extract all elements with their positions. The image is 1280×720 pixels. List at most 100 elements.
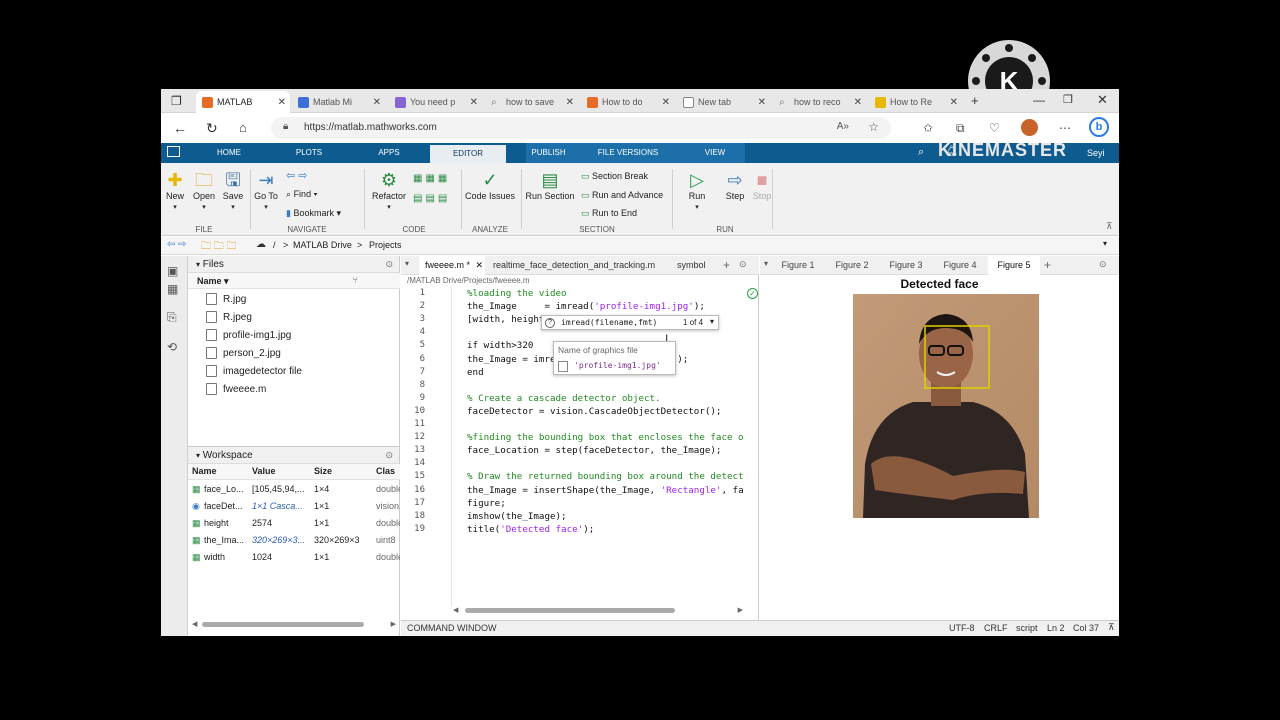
code-line[interactable]: %loading the video — [467, 288, 567, 299]
code-line[interactable]: % Draw the returned bounding box around … — [467, 471, 744, 482]
code-line[interactable]: if width>320 — [467, 340, 533, 351]
code-line[interactable]: %finding the bounding box that encloses … — [467, 432, 744, 443]
tab-home[interactable]: HOME — [209, 143, 249, 163]
browser-tab[interactable]: How to do ✕ — [581, 91, 674, 113]
figure-tab-active[interactable]: Figure 5 — [988, 256, 1040, 275]
run-and-advance-button[interactable]: ▭ Run and Advance — [581, 190, 663, 201]
table-row[interactable]: ▦ width 1024 1×1 double — [188, 550, 400, 566]
panel-options-icon[interactable]: ⊙ — [739, 259, 747, 270]
figure-tab[interactable]: Figure 2 — [826, 256, 878, 275]
profile-avatar[interactable] — [1021, 119, 1038, 136]
editor-horizontal-scrollbar[interactable]: ◀ ▶ — [453, 606, 743, 615]
run-section-button[interactable]: ▤ Run Section — [523, 169, 577, 201]
browser-tab[interactable]: ⌕ how to save ✕ — [485, 91, 578, 113]
folder-icon[interactable]: 🗀︎ 🗀︎ 🗀︎ — [201, 239, 237, 256]
browser-tab[interactable]: You need p ✕ — [389, 91, 482, 113]
code-line[interactable]: the_Image = insertShape(the_Image, 'Rect… — [467, 485, 744, 496]
code-line[interactable]: the_Image = imread('profile-img1.jpg'); — [467, 301, 705, 312]
scrollbar-thumb[interactable] — [202, 622, 364, 627]
close-tab-icon[interactable]: ✕ — [854, 97, 862, 108]
history-icon[interactable]: ⟲ — [167, 340, 177, 354]
code-issues-button[interactable]: ✓ Code Issues — [464, 169, 516, 201]
scrollbar-thumb[interactable] — [465, 608, 675, 613]
code-line[interactable]: imshow(the_Image); — [467, 511, 567, 522]
add-figure-button[interactable]: + — [1044, 258, 1051, 272]
refactor-button[interactable]: ⚙ Refactor ▾ — [369, 169, 409, 211]
tab-plots[interactable]: PLOTS — [289, 143, 329, 163]
minimize-icon[interactable]: — — [1033, 93, 1045, 107]
col-value[interactable]: Value — [252, 466, 276, 476]
breadcrumb-projects[interactable]: Projects — [369, 240, 402, 250]
read-aloud-icon[interactable]: A» — [837, 121, 849, 132]
close-window-icon[interactable]: ✕ — [1097, 92, 1108, 108]
url-input[interactable]: 🔒︎ https://matlab.mathworks.com A» ☆ — [271, 117, 891, 139]
new-button[interactable]: ✚ New ▾ — [163, 169, 187, 211]
add-tab-button[interactable]: + — [723, 258, 730, 272]
collapse-icon[interactable]: ▾ — [196, 260, 200, 269]
run-to-end-button[interactable]: ▭ Run to End — [581, 208, 637, 219]
editor-tab[interactable]: symbol — [671, 256, 707, 275]
breadcrumb-matlab-drive[interactable]: MATLAB Drive — [293, 240, 352, 250]
workspace-icon[interactable]: ▦ — [167, 282, 178, 296]
col-size[interactable]: Size — [314, 466, 332, 476]
favorite-star-icon[interactable]: ☆ — [868, 120, 879, 134]
more-options-icon[interactable]: ⋯ — [1059, 121, 1071, 135]
code-line[interactable]: faceDetector = vision.CascadeObjectDetec… — [467, 406, 721, 417]
horizontal-scrollbar[interactable]: ◀ ▶ — [192, 620, 396, 628]
no-issues-check-icon[interactable]: ✓ — [747, 288, 758, 299]
panel-options-icon[interactable]: ⊙ — [385, 259, 393, 270]
code-line[interactable]: % Create a cascade detector object. — [467, 393, 661, 404]
browser-tab[interactable]: ⌕ how to reco ✕ — [773, 91, 866, 113]
browser-tab[interactable]: New tab ✕ — [677, 91, 770, 113]
code-line[interactable]: face_Location = step(faceDetector, the_I… — [467, 445, 721, 456]
close-tab-icon[interactable]: ✕ — [758, 97, 766, 108]
files-column-header[interactable]: Name ▾ ⑂ — [188, 273, 400, 289]
favorites-icon[interactable]: ✩ — [923, 121, 933, 135]
matlab-app-icon[interactable] — [167, 146, 180, 157]
nav-back-forward-icon[interactable]: ⇦ ⇨ — [167, 239, 187, 250]
panel-options-icon[interactable]: ⊙ — [385, 450, 393, 461]
tab-publish[interactable]: PUBLISH — [526, 143, 571, 163]
git-icon[interactable]: ⑂ — [353, 275, 358, 285]
file-item[interactable]: profile-img1.jpg — [206, 329, 291, 341]
table-row[interactable]: ▦ the_Ima... 320×269×3... 320×269×3 uint… — [188, 533, 400, 549]
new-tab-button[interactable]: + — [971, 93, 979, 108]
back-icon[interactable]: ← — [173, 120, 187, 136]
browser-tab[interactable]: Matlab Mi ✕ — [292, 91, 385, 113]
close-tab-icon[interactable]: ✕ — [950, 97, 958, 108]
col-class[interactable]: Clas — [376, 466, 400, 476]
editor-tab-active[interactable]: fweeee.m * ✕ — [419, 256, 485, 275]
close-tab-icon[interactable]: ✕ — [278, 97, 286, 108]
function-hint-popup[interactable]: ? imread(filename,fmt) 1 of 4 ▾ — [541, 315, 719, 330]
open-button[interactable]: 🗀︎ Open ▾ — [191, 169, 217, 211]
file-item[interactable]: person_2.jpg — [206, 347, 281, 359]
browser-tab-matlab[interactable]: MATLAB ✕ — [196, 91, 290, 113]
close-tab-icon[interactable]: ✕ — [475, 256, 483, 275]
code-line[interactable]: title('Detected face'); — [467, 524, 594, 535]
bing-copilot-icon[interactable]: b — [1089, 117, 1109, 137]
expand-icon[interactable]: ⊼ — [1108, 622, 1115, 633]
overload-counter[interactable]: 1 of 4 — [683, 318, 703, 327]
code-format-icons[interactable]: ▦▦▦ — [413, 173, 450, 184]
path-dropdown-icon[interactable]: ▾ — [1103, 239, 1107, 248]
bookmark-button[interactable]: ▮ Bookmark ▾ — [286, 208, 341, 219]
encoding-status[interactable]: UTF-8 — [949, 623, 975, 633]
figure-tab[interactable]: Figure 1 — [772, 256, 824, 275]
tab-editor[interactable]: EDITOR — [430, 145, 506, 163]
close-tab-icon[interactable]: ✕ — [662, 97, 670, 108]
chevron-down-icon[interactable]: ▾ — [710, 317, 714, 326]
save-button[interactable]: 🖫︎ Save ▾ — [220, 169, 246, 211]
tab-actions-icon[interactable]: ❐ — [171, 94, 182, 108]
code-area[interactable]: 1 %loading the video 2 the_Image = imread('… — [401, 288, 746, 588]
figure-tab[interactable]: Figure 3 — [880, 256, 932, 275]
search-icon[interactable]: ⌕ — [918, 146, 924, 159]
code-line[interactable]: figure; — [467, 498, 506, 509]
collections-icon[interactable]: ⧉ — [956, 121, 965, 136]
tab-apps[interactable]: APPS — [369, 143, 409, 163]
tab-file-versions[interactable]: FILE VERSIONS — [571, 143, 685, 163]
collapse-icon[interactable]: ▾ — [405, 259, 409, 268]
restore-icon[interactable]: ❐ — [1063, 93, 1073, 106]
table-row[interactable]: ▦ face_Lo... [105,45,94,... 1×4 double — [188, 482, 400, 498]
file-browser-icon[interactable]: ▣ — [167, 264, 178, 278]
find-button[interactable]: ⌕ Find ▾ — [286, 189, 317, 200]
